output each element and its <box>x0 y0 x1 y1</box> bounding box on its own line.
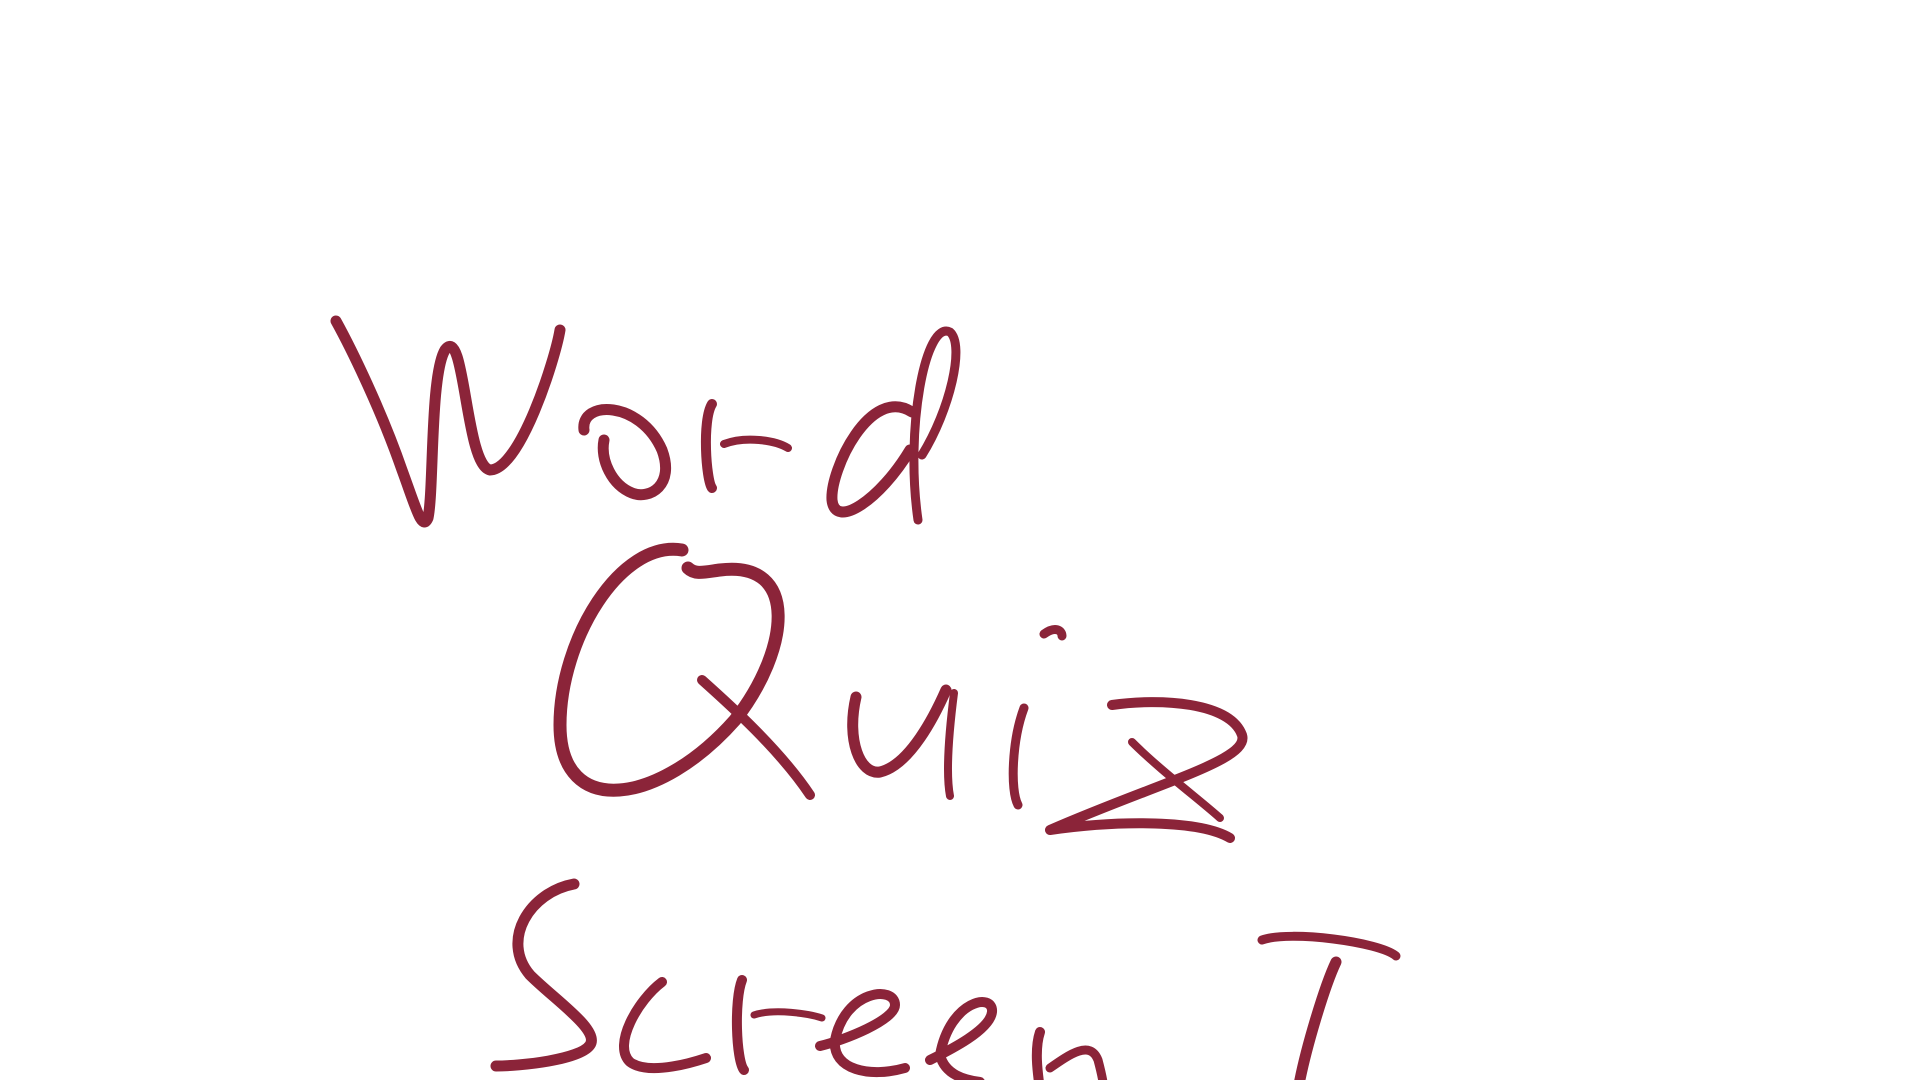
letter-r-2-stem <box>731 975 749 1075</box>
handwritten-title-art <box>330 315 1401 1080</box>
letter-u-stem <box>943 689 958 800</box>
letter-e-1 <box>815 989 910 1078</box>
letter-r-arm <box>720 435 792 452</box>
letter-r-2-arm <box>750 1008 826 1022</box>
letter-S <box>490 878 597 1072</box>
letter-W <box>330 315 566 528</box>
letter-d-stem <box>909 326 961 525</box>
letter-e-2 <box>925 997 997 1080</box>
letter-i-dot <box>1039 625 1067 641</box>
handwritten-word-quiz <box>553 542 1248 843</box>
letter-n <box>1031 1027 1045 1080</box>
numeral-1-top <box>1257 931 1401 961</box>
letter-c <box>619 977 711 1074</box>
letter-d-bowl <box>826 401 918 518</box>
handwritten-word-word <box>330 315 961 528</box>
letter-z-cross <box>1128 738 1224 822</box>
letter-Q-bowl <box>553 542 785 797</box>
letter-r <box>700 399 717 493</box>
canvas: Word Quiz Screen 1 <box>0 0 1920 1080</box>
letter-n-arch <box>1045 1045 1108 1080</box>
numeral-1-stem <box>1294 956 1342 1080</box>
handwritten-word-screen-1 <box>490 878 1401 1080</box>
letter-i-stem <box>1008 703 1029 810</box>
letter-o <box>578 404 672 501</box>
letter-u <box>847 684 952 778</box>
ink-strokes <box>330 315 1401 1080</box>
